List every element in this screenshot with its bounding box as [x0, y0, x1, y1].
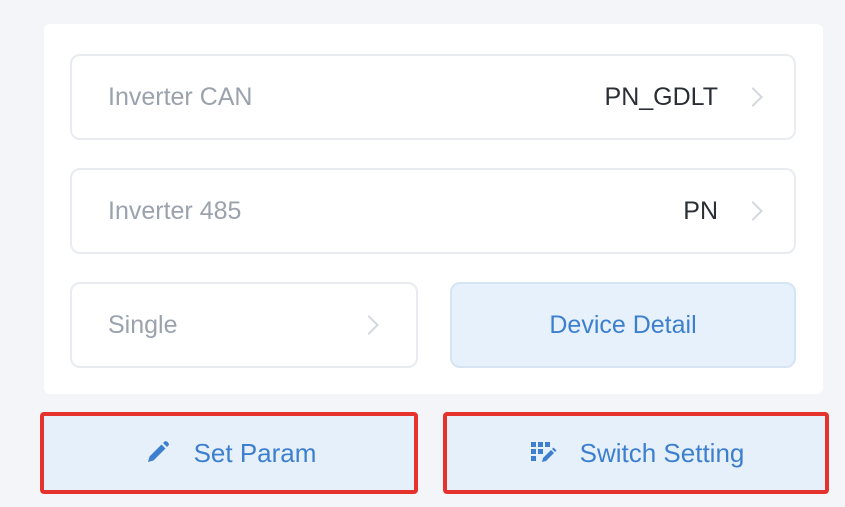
inverter-485-value: PN — [683, 196, 718, 225]
inverter-can-label: Inverter CAN — [108, 82, 253, 111]
chevron-right-icon — [743, 87, 763, 107]
single-label: Single — [108, 310, 178, 339]
inverter-485-label: Inverter 485 — [108, 196, 242, 225]
switch-setting-label: Switch Setting — [579, 437, 745, 468]
pencil-icon — [142, 438, 172, 468]
inverter-can-value: PN_GDLT — [604, 82, 718, 111]
chevron-right-icon — [743, 201, 763, 221]
set-param-button[interactable]: Set Param — [40, 412, 418, 494]
device-detail-label: Device Detail — [549, 310, 697, 339]
inverter-485-row[interactable]: Inverter 485 PN — [70, 168, 796, 254]
switch-setting-button[interactable]: Switch Setting — [443, 412, 829, 494]
dip-switch-icon — [528, 438, 558, 468]
device-detail-button[interactable]: Device Detail — [450, 282, 796, 368]
set-param-label: Set Param — [193, 437, 317, 468]
single-selector[interactable]: Single — [70, 282, 418, 368]
inverter-can-row[interactable]: Inverter CAN PN_GDLT — [70, 54, 796, 140]
chevron-right-icon — [359, 315, 379, 335]
